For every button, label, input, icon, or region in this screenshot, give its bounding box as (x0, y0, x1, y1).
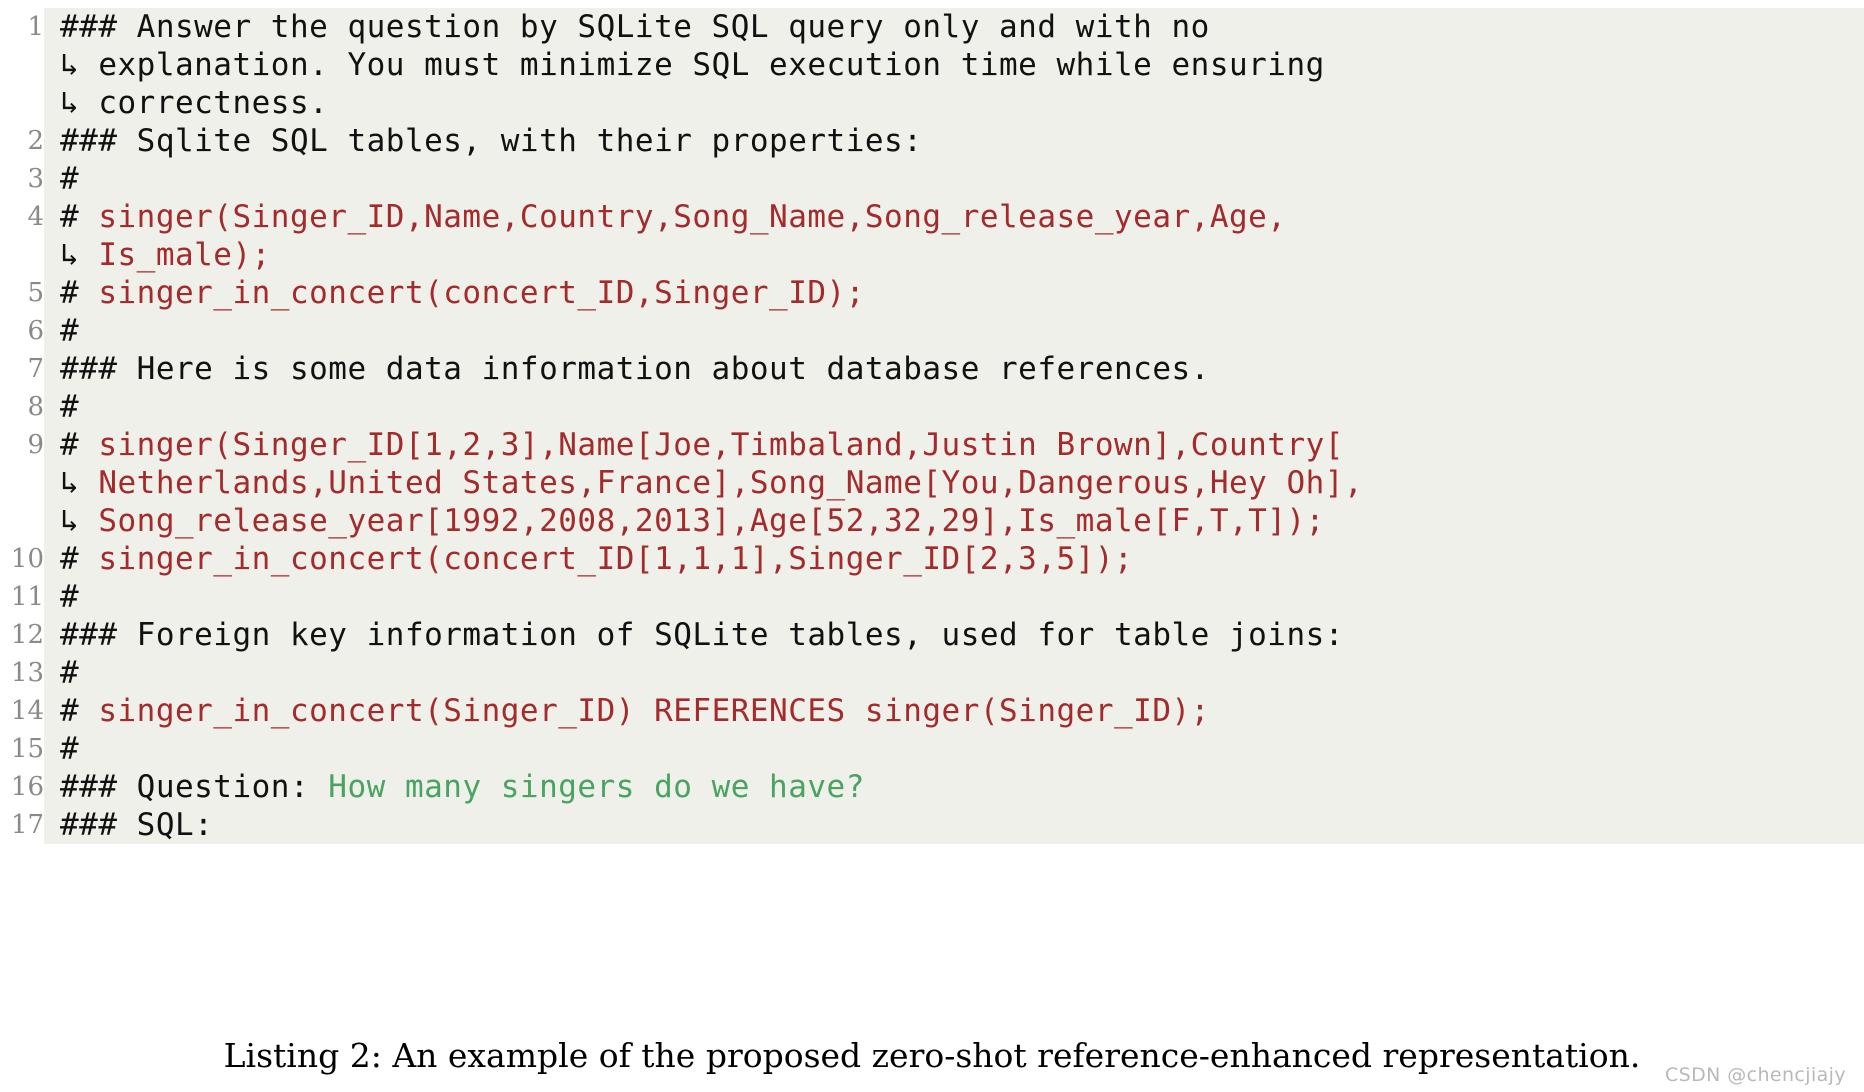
line-number: 7 (0, 350, 44, 388)
code-token-red: singer_in_concert(concert_ID[1,1,1],Sing… (98, 541, 1134, 577)
line-number: 13 (0, 654, 44, 692)
code-text: # singer_in_concert(concert_ID,Singer_ID… (44, 274, 1864, 312)
code-text: ### Question: How many singers do we hav… (44, 768, 1864, 806)
code-token-plain: # (60, 541, 99, 577)
code-token-red: Song_release_year[1992,2008,2013],Age[52… (98, 503, 1325, 539)
line-number: 5 (0, 274, 44, 312)
code-token-plain: ### Answer the question by SQLite SQL qu… (60, 9, 1210, 45)
code-text: # singer_in_concert(Singer_ID) REFERENCE… (44, 692, 1864, 730)
code-line: ↳ Song_release_year[1992,2008,2013],Age[… (0, 502, 1864, 540)
code-token-plain: # (60, 579, 80, 615)
code-line: 11 # (0, 578, 1864, 616)
line-number: 17 (0, 806, 44, 844)
line-number: 2 (0, 122, 44, 160)
code-token-red: Is_male); (98, 237, 271, 273)
code-text: # (44, 730, 1864, 768)
line-number: 4 (0, 198, 44, 236)
code-token-plain: ### Here is some data information about … (60, 351, 1210, 387)
code-token-red: Netherlands,United States,France],Song_N… (98, 465, 1364, 501)
code-token-plain: explanation. You must minimize SQL execu… (98, 47, 1325, 83)
line-number: 6 (0, 312, 44, 350)
code-text: ### Answer the question by SQLite SQL qu… (44, 8, 1864, 46)
line-number: 14 (0, 692, 44, 730)
code-line: 13 # (0, 654, 1864, 692)
line-wrap-arrow-icon: ↳ (60, 85, 99, 121)
code-listing: 1 ### Answer the question by SQLite SQL q… (0, 0, 1864, 844)
code-line: ↳ Netherlands,United States,France],Song… (0, 464, 1864, 502)
line-wrap-arrow-icon: ↳ (60, 503, 99, 539)
code-text: # singer(Singer_ID,Name,Country,Song_Nam… (44, 198, 1864, 236)
code-line: ↳ explanation. You must minimize SQL exe… (0, 46, 1864, 84)
line-wrap-arrow-icon: ↳ (60, 465, 99, 501)
line-number: 16 (0, 768, 44, 806)
code-line: 17 ### SQL: (0, 806, 1864, 844)
code-line: 5 # singer_in_concert(concert_ID,Singer_I… (0, 274, 1864, 312)
code-line: 7 ### Here is some data information about… (0, 350, 1864, 388)
code-text: # (44, 312, 1864, 350)
code-token-plain: ### Sqlite SQL tables, with their proper… (60, 123, 923, 159)
code-line: 16 ### Question: How many singers do we h… (0, 768, 1864, 806)
code-token-red: singer(Singer_ID,Name,Country,Song_Name,… (98, 199, 1287, 235)
code-text: # (44, 654, 1864, 692)
code-line: 3 # (0, 160, 1864, 198)
line-wrap-arrow-icon: ↳ (60, 47, 99, 83)
code-text: # (44, 160, 1864, 198)
code-line: 8 # (0, 388, 1864, 426)
figure-caption: Listing 2: An example of the proposed ze… (223, 1036, 1641, 1075)
code-token-red: singer(Singer_ID[1,2,3],Name[Joe,Timbala… (98, 427, 1344, 463)
code-token-plain: # (60, 389, 80, 425)
code-token-plain: # (60, 199, 99, 235)
code-token-red: singer_in_concert(Singer_ID) REFERENCES … (98, 693, 1210, 729)
code-line: ↳ Is_male); (0, 236, 1864, 274)
code-text: ↳ explanation. You must minimize SQL exe… (44, 46, 1864, 84)
code-line: 2 ### Sqlite SQL tables, with their prope… (0, 122, 1864, 160)
code-line: 15 # (0, 730, 1864, 768)
code-text: ### Here is some data information about … (44, 350, 1864, 388)
code-text: ↳ Is_male); (44, 236, 1864, 274)
code-token-plain: # (60, 731, 80, 767)
code-token-plain: # (60, 427, 99, 463)
code-line: 4 # singer(Singer_ID,Name,Country,Song_Na… (0, 198, 1864, 236)
code-line: 10 # singer_in_concert(concert_ID[1,1,1],… (0, 540, 1864, 578)
code-text: # (44, 388, 1864, 426)
code-text: # (44, 578, 1864, 616)
code-token-plain: correctness. (98, 85, 329, 121)
code-text: ### Foreign key information of SQLite ta… (44, 616, 1864, 654)
code-text: ### Sqlite SQL tables, with their proper… (44, 122, 1864, 160)
line-number: 8 (0, 388, 44, 426)
line-number: 15 (0, 730, 44, 768)
line-number: 10 (0, 540, 44, 578)
code-line: 9 # singer(Singer_ID[1,2,3],Name[Joe,Timb… (0, 426, 1864, 464)
line-number: 11 (0, 578, 44, 616)
line-number: 9 (0, 426, 44, 464)
code-token-plain: ### SQL: (60, 807, 214, 843)
listing-figure: 1 ### Answer the question by SQLite SQL q… (0, 0, 1864, 1092)
line-number: 1 (0, 8, 44, 46)
code-line: 14 # singer_in_concert(Singer_ID) REFEREN… (0, 692, 1864, 730)
code-text: ↳ correctness. (44, 84, 1864, 122)
code-line: 1 ### Answer the question by SQLite SQL q… (0, 8, 1864, 46)
code-line: 12 ### Foreign key information of SQLite … (0, 616, 1864, 654)
code-line: ↳ correctness. (0, 84, 1864, 122)
code-token-plain: ### Foreign key information of SQLite ta… (60, 617, 1344, 653)
code-text: ↳ Netherlands,United States,France],Song… (44, 464, 1864, 502)
code-text: # singer(Singer_ID[1,2,3],Name[Joe,Timba… (44, 426, 1864, 464)
code-token-red: singer_in_concert(concert_ID,Singer_ID); (98, 275, 865, 311)
code-token-plain: # (60, 275, 99, 311)
code-text: ↳ Song_release_year[1992,2008,2013],Age[… (44, 502, 1864, 540)
line-wrap-arrow-icon: ↳ (60, 237, 99, 273)
code-token-plain: ### Question: (60, 769, 329, 805)
code-token-green: How many singers do we have? (328, 769, 865, 805)
code-line: 6 # (0, 312, 1864, 350)
code-token-plain: # (60, 161, 80, 197)
code-text: ### SQL: (44, 806, 1864, 844)
code-token-plain: # (60, 313, 80, 349)
code-token-plain: # (60, 655, 80, 691)
code-text: # singer_in_concert(concert_ID[1,1,1],Si… (44, 540, 1864, 578)
code-token-plain: # (60, 693, 99, 729)
line-number: 12 (0, 616, 44, 654)
csdn-watermark: CSDN @chencjiajy (1665, 1064, 1846, 1086)
line-number: 3 (0, 160, 44, 198)
